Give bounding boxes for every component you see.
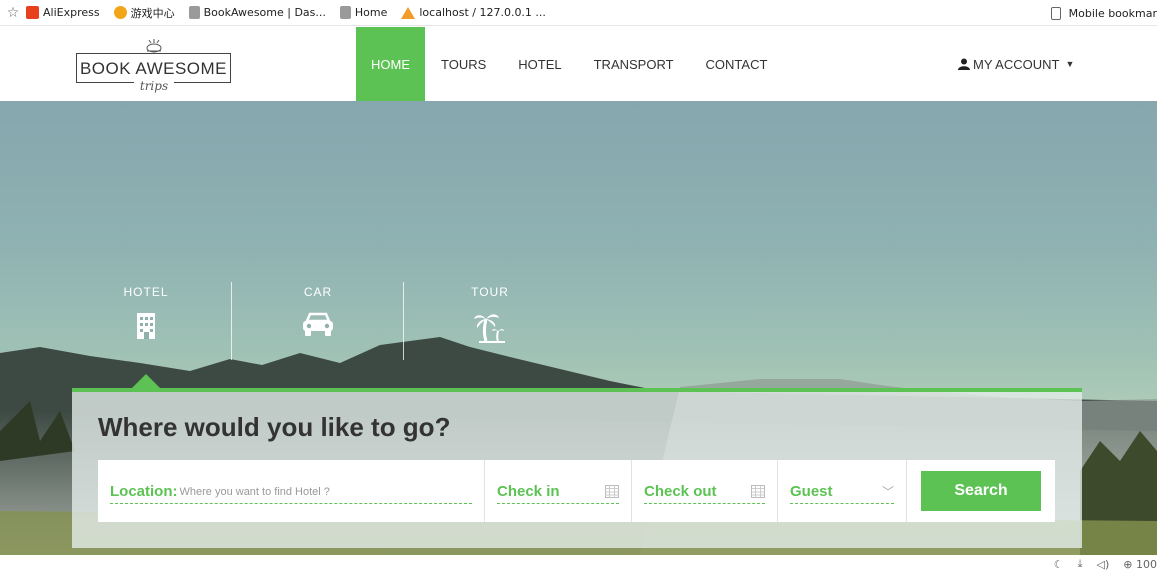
mobile-bookmarks[interactable]: Mobile bookmar (1050, 0, 1157, 25)
guest-select-inner: Guest ﹀ (790, 480, 894, 504)
search-panel: Where would you like to go? Location: Ch… (72, 388, 1082, 548)
user-icon (958, 58, 970, 70)
bookmark-localhost[interactable]: localhost / 127.0.0.1 ... (401, 6, 546, 19)
phpmyadmin-icon (401, 6, 416, 19)
bookmarks-bar: ☆ AliExpress 游戏中心 BookAwesome | Das... H… (0, 0, 1157, 26)
location-label: Location: (110, 483, 178, 500)
game-center-icon (113, 6, 127, 19)
page-icon (188, 6, 200, 19)
calendar-icon[interactable] (751, 485, 765, 498)
search-button-container: Search (907, 460, 1055, 522)
car-icon (303, 312, 333, 336)
tab-tour[interactable]: TOUR (404, 279, 576, 357)
bookmark-label: localhost / 127.0.0.1 ... (419, 6, 546, 19)
bookmark-game-center[interactable]: 游戏中心 (113, 5, 175, 21)
aliexpress-icon (26, 6, 39, 19)
checkin-field-inner: Check in (497, 480, 619, 504)
nav-item-transport[interactable]: TRANSPORT (578, 27, 690, 101)
site-header: BOOK AWESOME trips HOME TOURS HOTEL TRAN… (0, 27, 1157, 101)
site-logo[interactable]: BOOK AWESOME trips (76, 37, 231, 95)
my-account-label: MY ACCOUNT (973, 56, 1060, 72)
bookmark-bookawesome[interactable]: BookAwesome | Das... (188, 6, 326, 19)
zoom-control[interactable]: ⊕ 100 (1123, 558, 1157, 571)
location-field-inner: Location: (110, 480, 472, 504)
location-field[interactable]: Location: (98, 460, 485, 522)
checkout-label: Check out (644, 483, 717, 500)
tab-label: CAR (303, 285, 333, 299)
status-icons: ☾ ⤓ ◁) ⊕ 100 (1054, 557, 1157, 571)
guest-label: Guest (790, 483, 833, 500)
night-mode-icon[interactable]: ☾ (1054, 558, 1064, 571)
nav-item-contact[interactable]: CONTACT (690, 27, 784, 101)
search-form: Location: Check in Check out (98, 460, 1055, 522)
zoom-level: 100 (1136, 557, 1157, 571)
nav-item-home[interactable]: HOME (356, 27, 425, 101)
guest-select[interactable]: Guest ﹀ (778, 460, 907, 522)
logo-subtitle: trips (134, 79, 174, 93)
bookmark-home[interactable]: Home (339, 6, 388, 19)
mobile-bookmarks-label: Mobile bookmar (1068, 6, 1157, 20)
checkout-field[interactable]: Check out (632, 460, 778, 522)
tab-hotel[interactable]: HOTEL (60, 279, 232, 360)
nav-item-hotel[interactable]: HOTEL (502, 27, 577, 101)
checkout-field-inner: Check out (644, 480, 765, 504)
star-icon[interactable]: ☆ (0, 5, 26, 21)
nav-item-tours[interactable]: TOURS (425, 27, 502, 101)
checkin-label: Check in (497, 483, 560, 500)
zoom-icon: ⊕ (1123, 557, 1133, 571)
caret-down-icon: ▼ (1065, 59, 1075, 69)
main-nav: HOME TOURS HOTEL TRANSPORT CONTACT (356, 27, 783, 101)
logo-title: BOOK AWESOME (79, 59, 228, 78)
search-button[interactable]: Search (921, 471, 1041, 511)
tab-car[interactable]: CAR (232, 279, 404, 360)
building-icon (137, 313, 155, 339)
volume-icon[interactable]: ◁) (1097, 558, 1110, 571)
download-icon[interactable]: ⤓ (1078, 557, 1083, 571)
my-account-menu[interactable]: MY ACCOUNT ▼ (958, 27, 1074, 101)
location-input[interactable] (179, 485, 472, 498)
page-icon (339, 6, 351, 19)
bookmark-aliexpress[interactable]: AliExpress (26, 6, 100, 19)
calendar-icon[interactable] (605, 485, 619, 498)
palm-tree-icon (474, 314, 505, 343)
chevron-down-icon: ﹀ (881, 485, 894, 499)
search-title: Where would you like to go? (98, 412, 451, 442)
checkin-field[interactable]: Check in (485, 460, 632, 522)
active-tab-indicator (132, 374, 160, 388)
hero-banner: HOTEL CAR TOUR Where would you like to g… (0, 101, 1157, 555)
bookmark-label: AliExpress (43, 6, 100, 19)
booking-type-tabs: HOTEL CAR TOUR (60, 279, 576, 360)
bookmark-label: 游戏中心 (130, 6, 175, 20)
tab-label: TOUR (471, 285, 509, 299)
mobile-device-icon (1050, 6, 1061, 20)
bookmark-label: BookAwesome | Das... (203, 6, 326, 19)
browser-status-bar: ☾ ⤓ ◁) ⊕ 100 (0, 555, 1157, 576)
tab-label: HOTEL (123, 285, 169, 299)
bookmark-label: Home (354, 6, 388, 19)
